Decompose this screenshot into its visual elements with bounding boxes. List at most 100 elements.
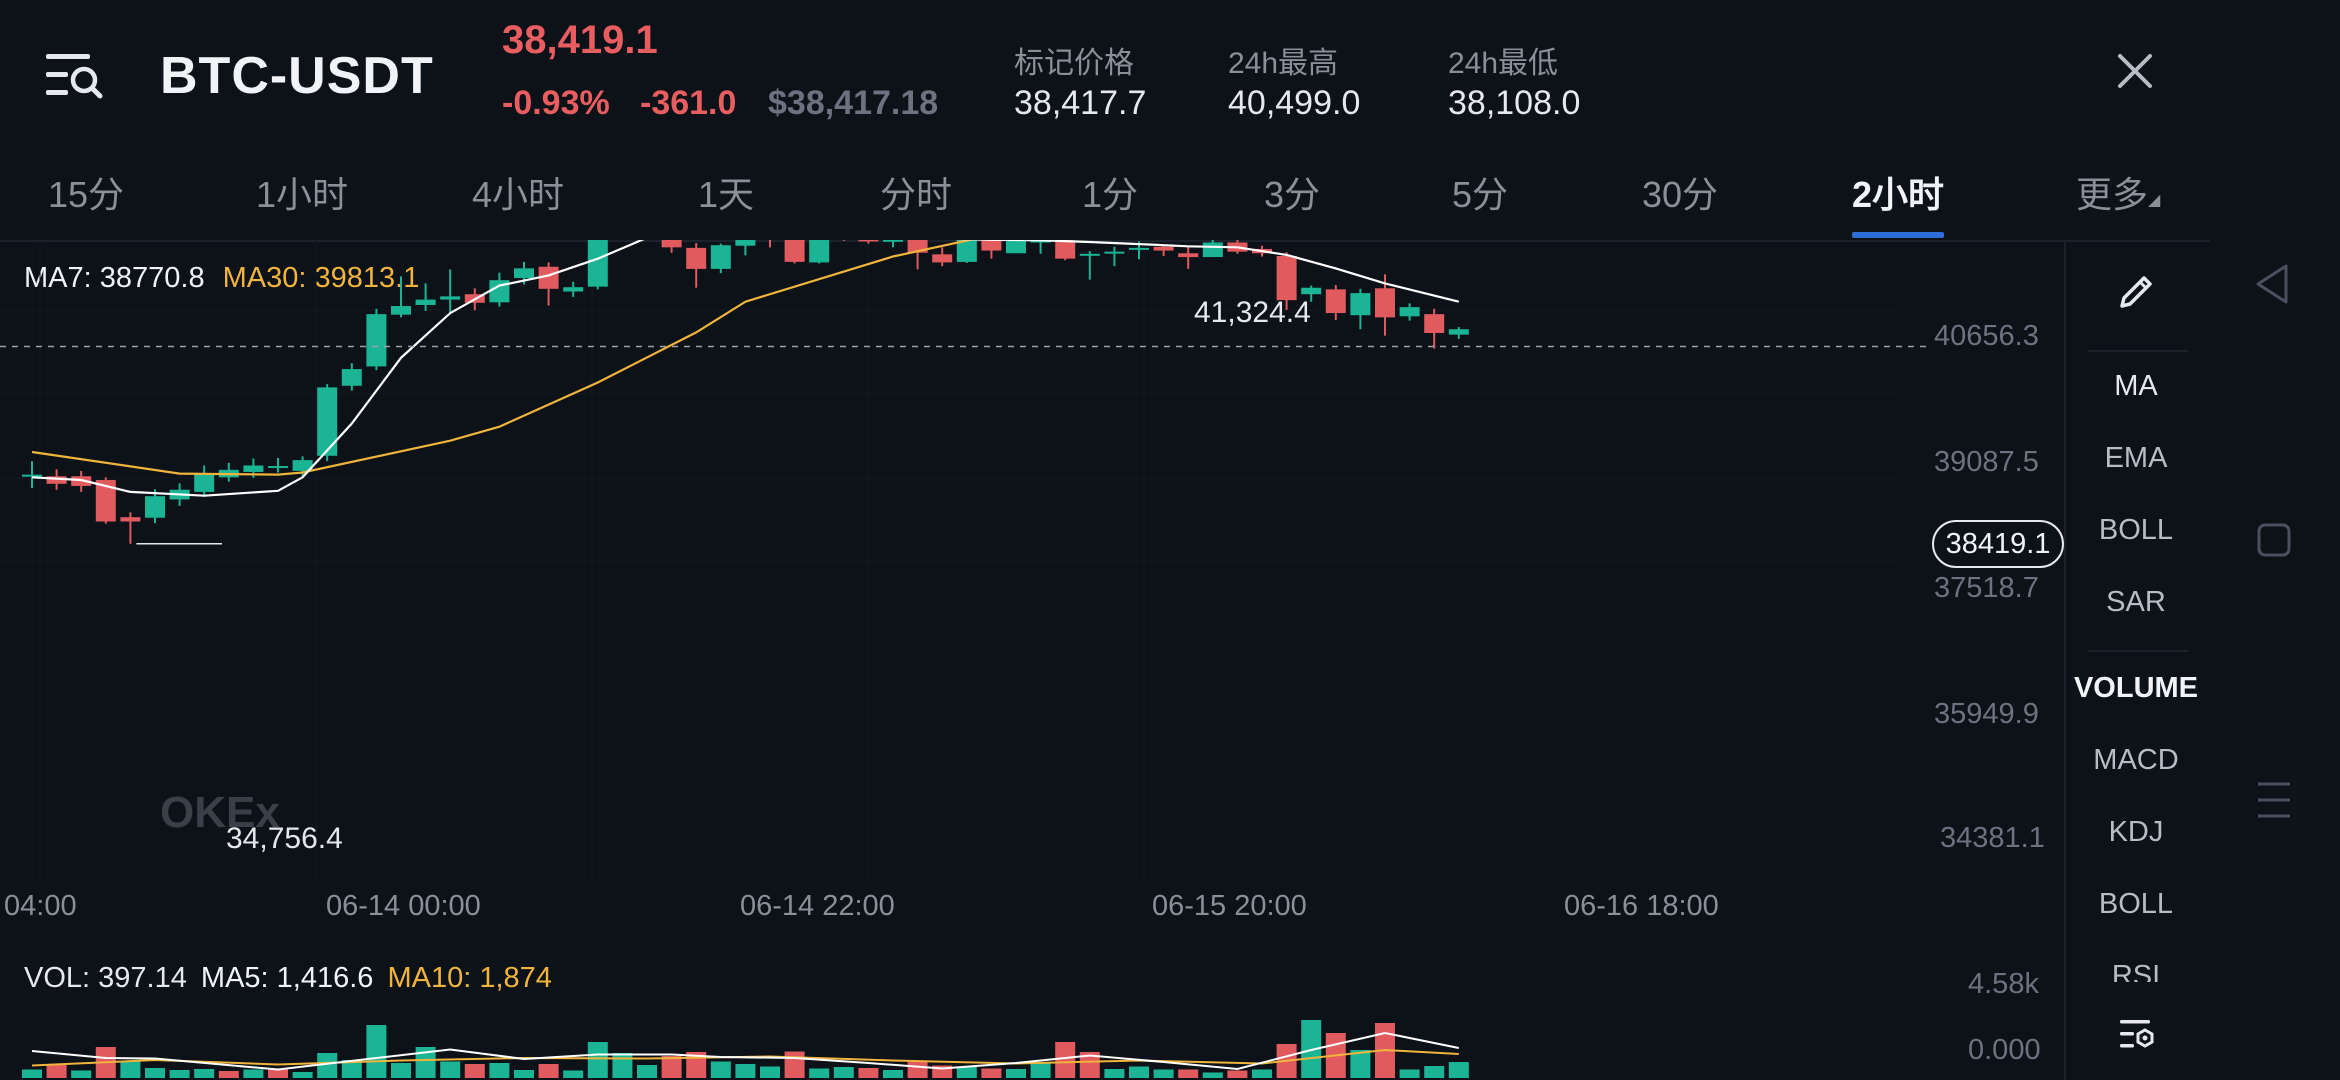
candlestick-chart[interactable] <box>0 240 2060 1080</box>
candle-body <box>317 387 338 456</box>
price-tick: 39087.5 <box>1934 446 2039 478</box>
low-24h-label: 24h最低 <box>1448 47 1559 80</box>
indicator-boll[interactable]: BOLL <box>2066 514 2206 547</box>
volume-bar <box>735 1064 756 1078</box>
volume-bar <box>1252 1069 1272 1078</box>
indicator-kdj[interactable]: KDJ <box>2066 816 2206 849</box>
volume-bar <box>22 1069 42 1078</box>
tab-3m[interactable]: 3分 <box>1264 166 1320 218</box>
candle-body <box>710 245 731 269</box>
indicator-macd[interactable]: MACD <box>2066 744 2206 777</box>
volume-bar <box>218 1071 239 1078</box>
menu-search-icon[interactable] <box>44 50 104 100</box>
tab-15m[interactable]: 15分 <box>48 166 124 218</box>
caret-icon: ◢ <box>2148 192 2161 209</box>
mark-price-value: 38,417.7 <box>1014 84 1147 122</box>
tab-1d[interactable]: 1天 <box>698 166 754 218</box>
candle-body <box>1079 253 1100 256</box>
candle-body <box>1006 240 1026 254</box>
candle-body <box>858 240 879 242</box>
volume-bar <box>637 1065 657 1078</box>
time-tick: 06-15 20:00 <box>1152 890 1307 922</box>
volume-bar <box>1448 1062 1469 1078</box>
volume-bar <box>440 1061 461 1078</box>
volume-bar <box>563 1070 584 1078</box>
recents-icon[interactable] <box>2256 780 2292 825</box>
candle-body <box>1448 329 1469 335</box>
volume-bar <box>145 1068 165 1078</box>
volume-bar <box>833 1067 854 1078</box>
indicator-ema[interactable]: EMA <box>2066 442 2206 475</box>
price-tick: 35949.9 <box>1934 698 2039 730</box>
close-icon[interactable] <box>2112 48 2158 94</box>
volume-bar <box>366 1025 387 1078</box>
time-tick: 04:00 <box>4 890 77 922</box>
tab-more-label: 更多 <box>2076 174 2149 215</box>
volume-bar <box>858 1068 879 1078</box>
tab-5m[interactable]: 5分 <box>1452 166 1508 218</box>
market-header: BTC-USDT 38,419.1 -0.93% -361.0 $38,417.… <box>0 0 2220 160</box>
volume-bar <box>292 1072 313 1078</box>
ma30-line <box>31 240 975 476</box>
volume-bar <box>907 1062 928 1078</box>
candle-body <box>194 474 215 492</box>
back-icon[interactable] <box>2254 262 2290 311</box>
volume-bar <box>1030 1063 1051 1078</box>
candle-body <box>883 240 903 242</box>
tab-1m[interactable]: 1分 <box>1082 166 1138 218</box>
volume-bar <box>809 1068 830 1078</box>
tab-4h[interactable]: 4小时 <box>472 166 564 218</box>
indicator-panel: MA EMA BOLL SAR VOLUME MACD KDJ BOLL RSI <box>2064 240 2198 1080</box>
time-tick: 06-14 22:00 <box>740 890 895 922</box>
settings-list-icon <box>2120 1020 2154 1048</box>
home-icon[interactable] <box>2256 522 2292 563</box>
volume-bar <box>1006 1069 1026 1078</box>
usd-price: $38,417.18 <box>768 84 939 122</box>
volume-bar <box>1424 1066 1445 1078</box>
indicator-boll-sub[interactable]: BOLL <box>2066 888 2206 921</box>
candle-body <box>956 240 977 262</box>
draw-tool-button[interactable] <box>2066 270 2206 322</box>
price-tick: 37518.7 <box>1934 572 2039 604</box>
current-price-tag: 38419.1 <box>1932 520 2064 568</box>
volume-bar <box>514 1070 534 1078</box>
candle-body <box>391 306 411 315</box>
volume-legend: VOL: 397.14 MA5: 1,416.6 MA10: 1,874 <box>24 962 552 995</box>
tab-1h[interactable]: 1小时 <box>256 166 348 218</box>
tab-more[interactable]: 更多◢ <box>2076 166 2160 218</box>
candle-body <box>1104 251 1125 254</box>
tab-timeline[interactable]: 分时 <box>880 166 952 218</box>
candle-body <box>1055 240 1076 259</box>
tab-2h[interactable]: 2小时 <box>1852 166 1944 218</box>
change-amount: -361.0 <box>640 84 737 122</box>
volume-bar <box>1129 1066 1149 1078</box>
candle-body <box>1129 247 1149 250</box>
last-price: 38,419.1 <box>502 18 658 62</box>
candle-body <box>268 466 288 469</box>
tab-30m[interactable]: 30分 <box>1642 166 1718 218</box>
candle-body <box>1178 253 1199 258</box>
candle-body <box>932 254 953 263</box>
candle-body <box>1325 289 1346 314</box>
high-24h-value: 40,499.0 <box>1228 84 1361 122</box>
indicator-volume[interactable]: VOLUME <box>2066 672 2206 705</box>
pencil-icon <box>2120 276 2152 308</box>
active-tab-indicator <box>1852 232 1944 238</box>
panel-separator <box>2088 650 2188 652</box>
time-tick: 06-16 18:00 <box>1564 890 1719 922</box>
volume-bar <box>194 1069 215 1078</box>
candle-body <box>341 369 362 386</box>
candle-body <box>809 240 830 263</box>
volume-bar <box>710 1061 731 1078</box>
indicator-sar[interactable]: SAR <box>2066 586 2206 619</box>
candle-body <box>243 465 264 472</box>
trading-pair[interactable]: BTC-USDT <box>160 46 434 106</box>
volume-bar <box>883 1070 903 1078</box>
indicator-rsi[interactable]: RSI <box>2066 960 2206 982</box>
indicator-settings-button[interactable] <box>2066 1012 2206 1064</box>
indicator-ma[interactable]: MA <box>2066 370 2206 403</box>
volume-bar <box>538 1064 559 1078</box>
volume-tick: 4.58k <box>1968 968 2039 1000</box>
volume-bar <box>1153 1069 1174 1078</box>
volume-bar <box>1178 1069 1199 1078</box>
